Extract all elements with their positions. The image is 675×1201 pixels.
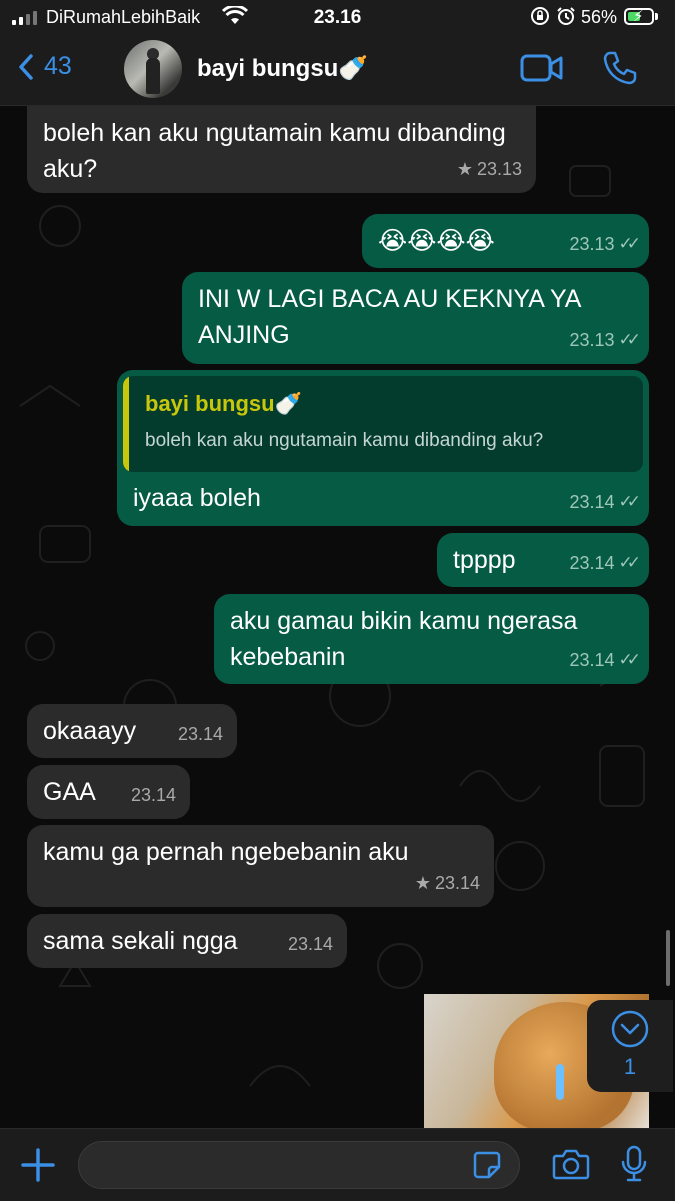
- battery-icon: ⚡: [624, 8, 654, 25]
- incoming-message[interactable]: sama sekali ngga 23.14: [27, 914, 347, 968]
- message-text: 😭😭😭😭: [378, 227, 495, 255]
- alarm-icon: [557, 7, 575, 25]
- sticker-icon[interactable]: [472, 1150, 502, 1180]
- message-time: 23.14: [130, 785, 176, 805]
- incoming-message[interactable]: GAA 23.14: [27, 765, 190, 819]
- message-time: 23.13: [476, 159, 522, 179]
- quoted-sender: bayi bungsu🍼: [145, 391, 302, 416]
- outgoing-message[interactable]: INI W LAGI BACA AU KEKNYA YA ANJING 23.1…: [182, 272, 649, 364]
- message-text: tpppp: [453, 546, 516, 574]
- phone-icon[interactable]: [602, 50, 638, 86]
- composer-bar: [0, 1128, 675, 1201]
- message-text: INI W LAGI BACA AU KEKNYA YA ANJING: [198, 285, 581, 349]
- message-text: okaaayy: [43, 717, 137, 745]
- back-unread-count: 43: [44, 52, 72, 80]
- message-text: iyaaa boleh: [133, 484, 261, 512]
- back-button[interactable]: 43: [18, 52, 72, 81]
- outgoing-message[interactable]: aku gamau bikin kamu ngerasa kebebanin 2…: [214, 594, 649, 684]
- outgoing-reply-message[interactable]: bayi bungsu🍼 boleh kan aku ngutamain kam…: [117, 370, 649, 526]
- message-time: 23.14: [569, 492, 615, 512]
- outgoing-message[interactable]: tpppp 23.14 ✓✓: [437, 533, 649, 587]
- message-time: 23.13: [569, 330, 615, 350]
- chevron-left-icon: [19, 53, 33, 80]
- battery-percent: 56%: [581, 7, 618, 27]
- contact-name[interactable]: bayi bungsu🍼: [197, 54, 368, 83]
- orientation-lock-icon: [531, 7, 549, 25]
- message-list[interactable]: boleh kan aku ngutamain kamu dibanding a…: [0, 106, 675, 1128]
- message-text: kamu ga pernah ngebebanin aku: [43, 838, 409, 866]
- video-camera-icon[interactable]: [520, 52, 564, 84]
- message-time: 23.14: [434, 873, 480, 893]
- chevron-down-icon: [611, 1010, 649, 1048]
- double-check-icon: ✓✓: [618, 234, 641, 253]
- message-time: 23.14: [569, 553, 615, 573]
- message-text: boleh kan aku ngutamain kamu dibanding a…: [43, 119, 506, 183]
- incoming-message[interactable]: okaaayy 23.14: [27, 704, 237, 758]
- incoming-message[interactable]: boleh kan aku ngutamain kamu dibanding a…: [27, 106, 536, 193]
- unread-count: 1: [623, 1054, 637, 1079]
- plus-icon[interactable]: [20, 1147, 56, 1183]
- avatar[interactable]: [124, 40, 182, 98]
- message-time: 23.14: [569, 650, 615, 670]
- quoted-text: boleh kan aku ngutamain kamu dibanding a…: [145, 430, 544, 451]
- message-text: GAA: [43, 778, 96, 806]
- scroll-to-bottom-button[interactable]: 1: [587, 1000, 673, 1092]
- camera-icon[interactable]: [552, 1147, 590, 1181]
- double-check-icon: ✓✓: [618, 650, 641, 669]
- message-input[interactable]: [78, 1141, 520, 1189]
- incoming-message[interactable]: kamu ga pernah ngebebanin aku ★ 23.14: [27, 825, 494, 907]
- message-text: sama sekali ngga: [43, 927, 238, 955]
- double-check-icon: ✓✓: [618, 492, 641, 511]
- status-bar: DiRumahLebihBaik 23.16 56% ⚡: [0, 0, 675, 36]
- quoted-message[interactable]: bayi bungsu🍼 boleh kan aku ngutamain kam…: [123, 376, 643, 472]
- double-check-icon: ✓✓: [618, 330, 641, 349]
- chat-header: 43 bayi bungsu🍼: [0, 36, 675, 106]
- star-icon: ★: [456, 159, 473, 179]
- message-text: aku gamau bikin kamu ngerasa kebebanin: [230, 607, 578, 671]
- scrollbar[interactable]: [666, 930, 670, 986]
- star-icon: ★: [414, 873, 431, 893]
- outgoing-message[interactable]: 😭😭😭😭 23.13 ✓✓: [362, 214, 649, 268]
- message-time: 23.14: [287, 934, 333, 954]
- message-time: 23.13: [569, 234, 615, 254]
- double-check-icon: ✓✓: [618, 553, 641, 572]
- message-time: 23.14: [177, 724, 223, 744]
- microphone-icon[interactable]: [620, 1145, 648, 1183]
